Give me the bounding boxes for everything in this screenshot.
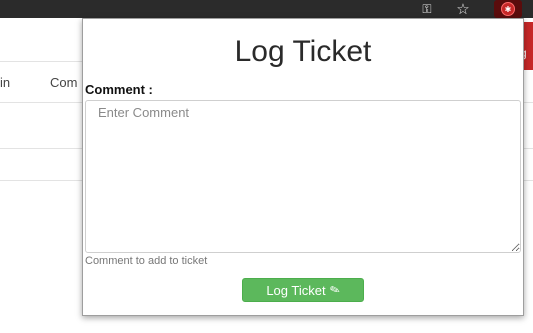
key-icon[interactable]: ⚿ bbox=[417, 0, 437, 18]
comment-textarea[interactable] bbox=[85, 100, 521, 253]
popup-title: Log Ticket bbox=[234, 35, 372, 68]
log-ticket-popup: Log Ticket Comment : Comment to add to t… bbox=[82, 18, 524, 316]
ticket-extension-badge: ✱ bbox=[501, 2, 515, 16]
comment-help-text: Comment to add to ticket bbox=[85, 255, 208, 267]
ticket-icon: ✎ bbox=[327, 281, 342, 299]
background-nav-item[interactable]: in bbox=[0, 75, 10, 90]
extension-icon[interactable]: ✱ bbox=[494, 0, 522, 18]
browser-toolbar: ⚿ ☆ ✱ bbox=[0, 0, 533, 18]
log-ticket-button[interactable]: Log Ticket ✎ bbox=[242, 278, 364, 302]
background-nav-item[interactable]: Com bbox=[50, 75, 77, 90]
log-ticket-button-label: Log Ticket bbox=[266, 282, 326, 298]
comment-label: Comment : bbox=[85, 82, 153, 97]
star-icon[interactable]: ☆ bbox=[453, 0, 473, 18]
